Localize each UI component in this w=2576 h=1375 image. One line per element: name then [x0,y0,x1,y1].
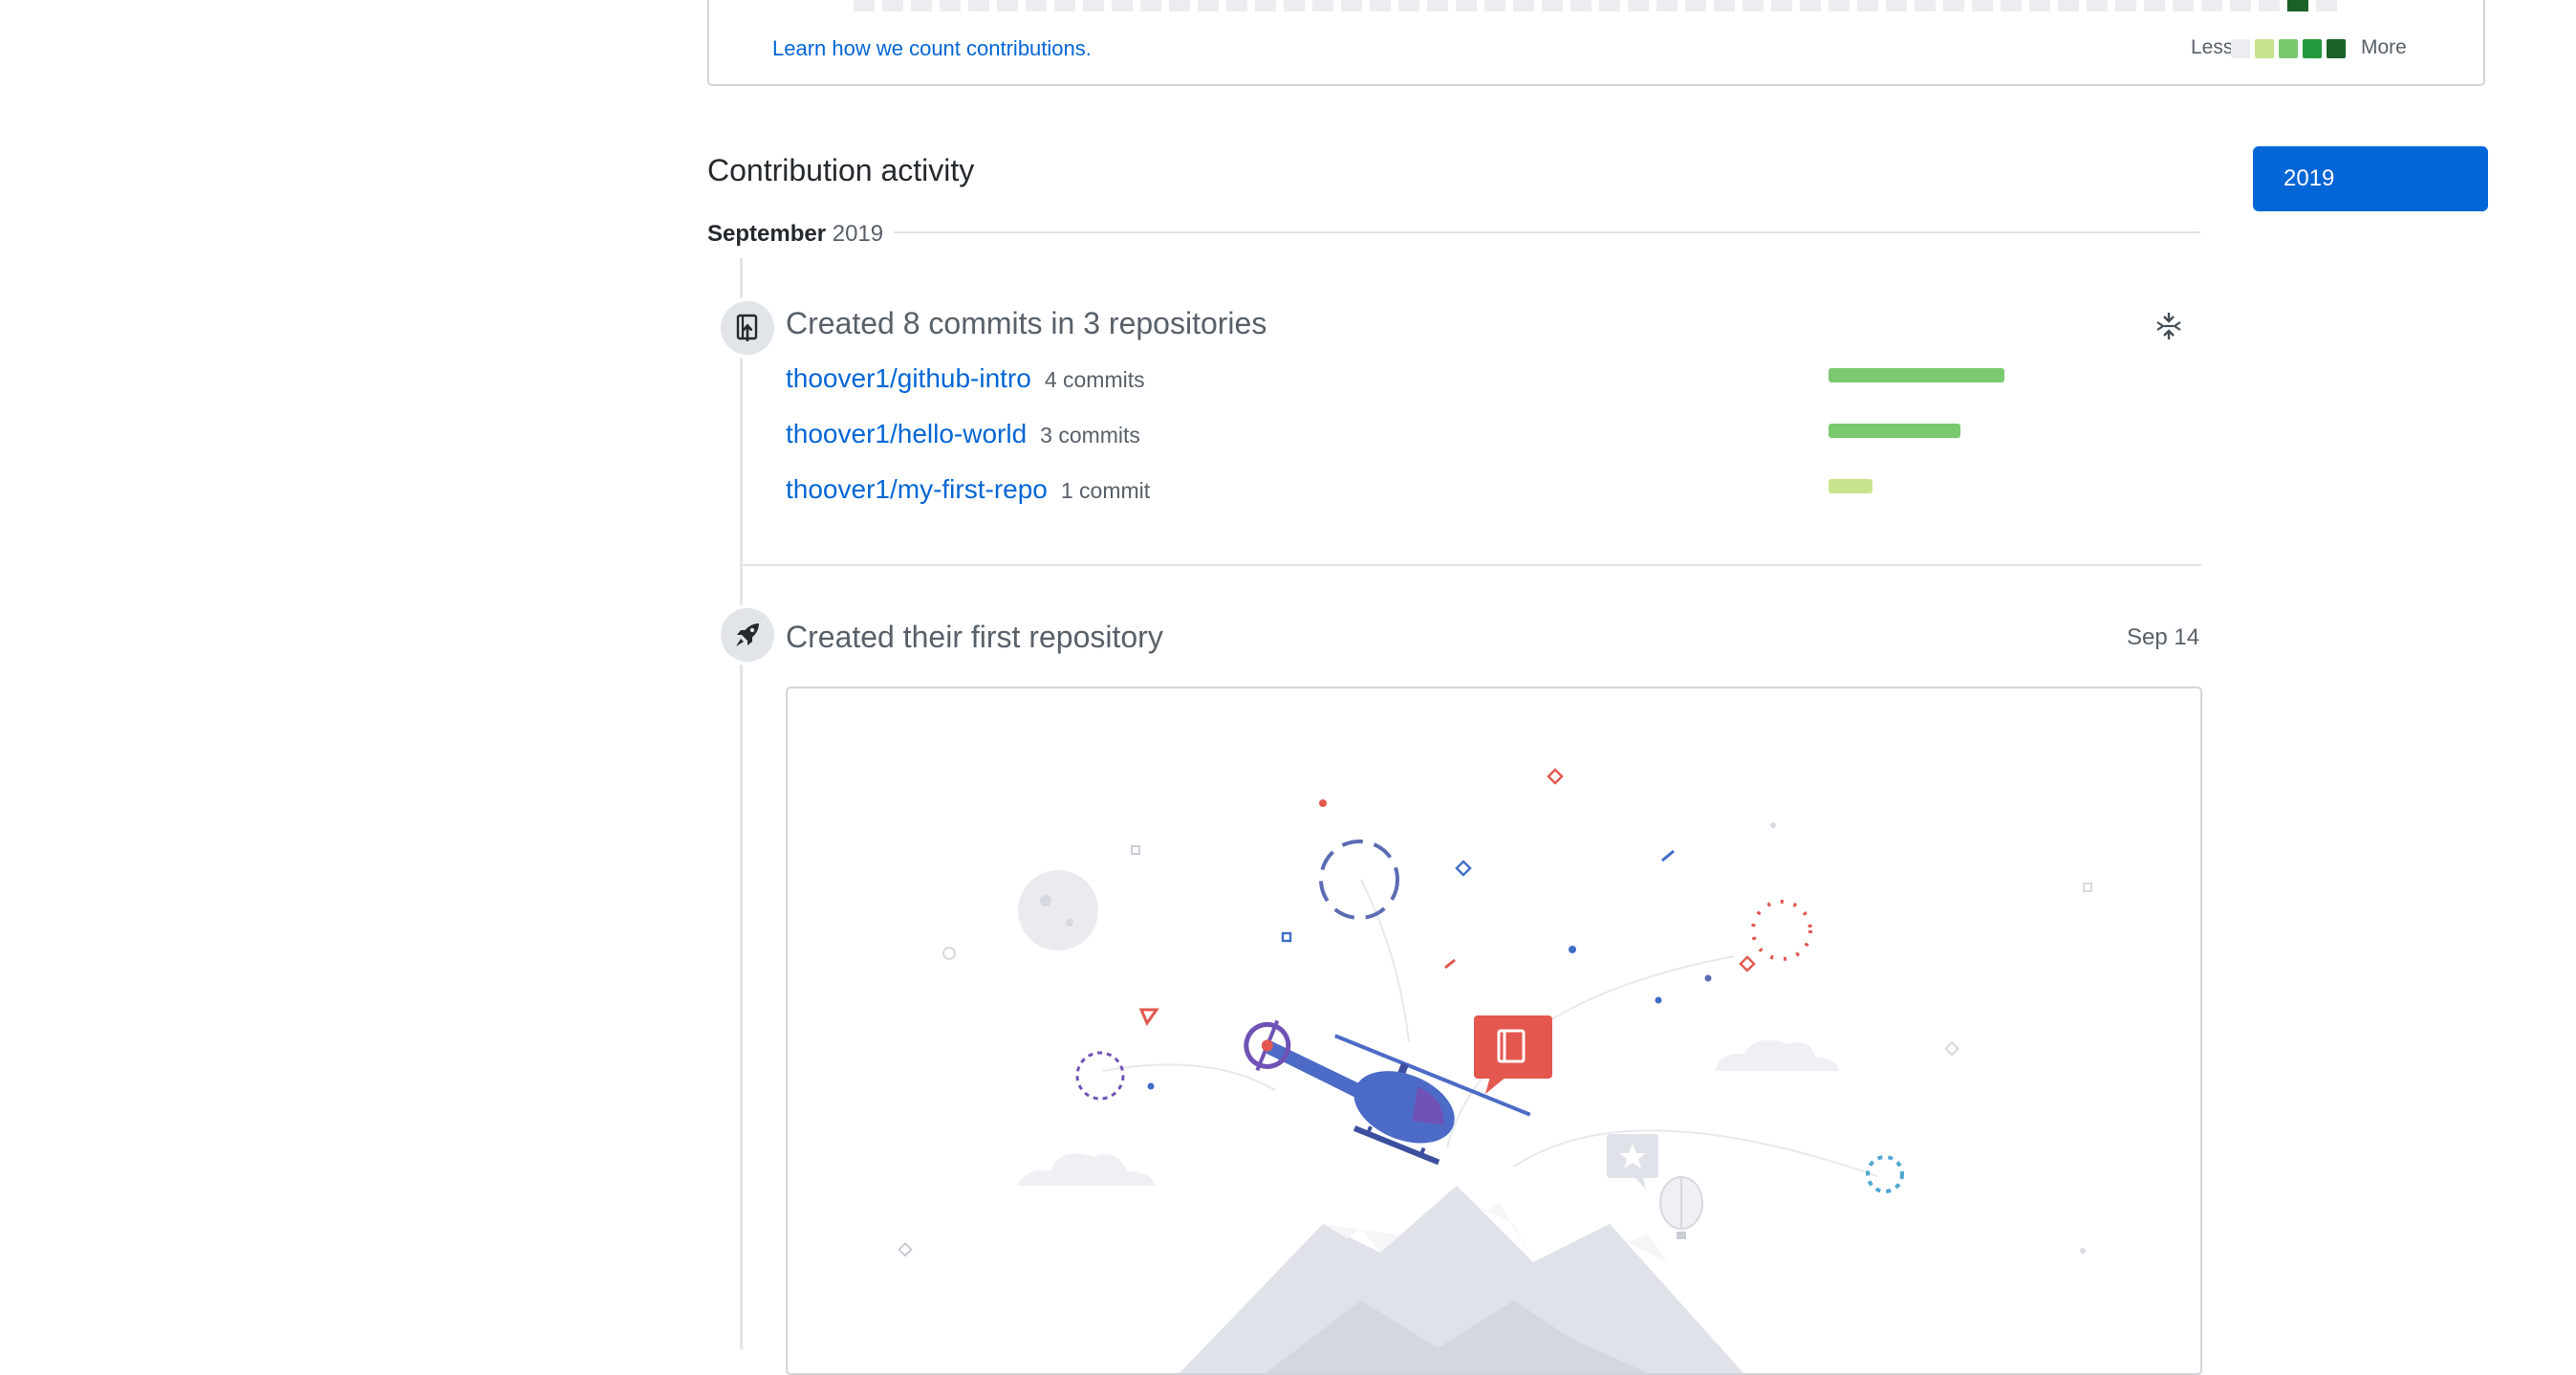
entry-divider [743,564,2201,566]
month-label: September [707,221,827,247]
contribution-day-cell[interactable] [1427,0,1448,11]
contribution-day-cell[interactable] [2087,0,2108,11]
legend-swatch [2327,39,2346,58]
repo-link[interactable]: thoover1/github-intro [786,363,1031,393]
contribution-day-cell[interactable] [911,0,932,11]
legend-less-label: Less [2191,36,2234,58]
contribution-day-cell[interactable] [2173,0,2194,11]
repo-link[interactable]: thoover1/hello-world [786,419,1027,448]
contribution-graph-cells [854,0,2345,11]
commit-count: 4 commits [1044,367,1145,392]
repo-row: thoover1/github-intro 4 commits [786,363,1145,394]
contribution-day-cell[interactable] [1714,0,1735,11]
commit-count: 1 commit [1060,478,1151,503]
contribution-day-cell[interactable] [1570,0,1591,11]
contribution-day-cell[interactable] [1198,0,1219,11]
helicopter-illustration [786,687,2202,1375]
contribution-day-cell[interactable] [1656,0,1678,11]
contribution-day-cell[interactable] [1800,0,1821,11]
contribution-activity-title: Contribution activity [707,153,975,187]
contribution-day-cell[interactable] [1771,0,1792,11]
contribution-day-cell[interactable] [968,0,989,11]
contribution-day-cell[interactable] [1972,0,1993,11]
entry-date: Sep 14 [2127,624,2200,650]
legend-swatch [2303,39,2322,58]
contribution-day-cell[interactable] [2201,0,2222,11]
contribution-day-cell[interactable] [854,0,875,11]
contribution-day-cell[interactable] [1341,0,1362,11]
legend-swatch [2255,39,2274,58]
contribution-day-cell[interactable] [1628,0,1649,11]
contribution-day-cell[interactable] [1312,0,1333,11]
contribution-day-cell[interactable] [1857,0,1878,11]
contribution-day-cell[interactable] [1169,0,1190,11]
contribution-day-cell[interactable] [1743,0,1764,11]
first-repo-entry-title: Created their first repository [786,620,1163,654]
commits-entry-title: Created 8 commits in 3 repositories [786,306,1267,340]
contribution-day-cell[interactable] [1026,0,1047,11]
contribution-day-cell[interactable] [1456,0,1477,11]
contribution-day-cell[interactable] [2230,0,2251,11]
legend-swatch [2231,39,2250,58]
contribution-day-cell[interactable] [2316,0,2337,11]
contribution-day-cell[interactable] [2058,0,2079,11]
contribution-day-cell[interactable] [1484,0,1505,11]
contribution-day-cell[interactable] [1284,0,1305,11]
year-2019-button[interactable]: 2019 [2253,146,2488,211]
contribution-day-cell[interactable] [1140,0,1161,11]
contribution-day-cell[interactable] [1599,0,1620,11]
commit-bar [1829,479,1872,493]
contribution-day-cell[interactable] [1915,0,1936,11]
contribution-day-cell[interactable] [1226,0,1247,11]
contribution-day-cell[interactable] [2287,0,2308,11]
contribution-day-cell[interactable] [1513,0,1534,11]
contribution-day-cell[interactable] [1542,0,1563,11]
contribution-day-cell[interactable] [882,0,903,11]
contribution-day-cell[interactable] [1829,0,1850,11]
contribution-day-cell[interactable] [2115,0,2136,11]
commit-bar [1829,424,1960,438]
commit-bar [1829,368,2004,382]
contribution-day-cell[interactable] [2001,0,2022,11]
learn-contributions-link[interactable]: Learn how we count contributions. [772,36,1092,61]
contribution-day-cell[interactable] [1255,0,1276,11]
fold-icon[interactable] [2154,311,2183,341]
month-divider [894,231,2200,233]
month-year: 2019 [832,221,884,247]
contribution-day-cell[interactable] [1398,0,1419,11]
month-heading: September 2019 [707,221,883,248]
contribution-day-cell[interactable] [2029,0,2050,11]
legend-swatch [2279,39,2298,58]
contribution-day-cell[interactable] [997,0,1018,11]
contribution-day-cell[interactable] [940,0,961,11]
contribution-day-cell[interactable] [1886,0,1907,11]
repo-row: thoover1/my-first-repo 1 commit [786,474,1150,505]
repo-link[interactable]: thoover1/my-first-repo [786,474,1048,504]
timeline-line [740,258,743,1349]
commit-count: 3 commits [1040,423,1140,447]
contribution-day-cell[interactable] [2144,0,2165,11]
repo-push-icon [717,297,778,359]
contribution-day-cell[interactable] [1112,0,1133,11]
contribution-day-cell[interactable] [1370,0,1391,11]
contribution-day-cell[interactable] [1943,0,1964,11]
rocket-icon [717,604,778,666]
contribution-day-cell[interactable] [2259,0,2280,11]
legend-more-label: More [2361,36,2407,58]
contribution-day-cell[interactable] [1054,0,1075,11]
repo-row: thoover1/hello-world 3 commits [786,419,1140,449]
contribution-day-cell[interactable] [1685,0,1706,11]
contribution-day-cell[interactable] [1083,0,1104,11]
